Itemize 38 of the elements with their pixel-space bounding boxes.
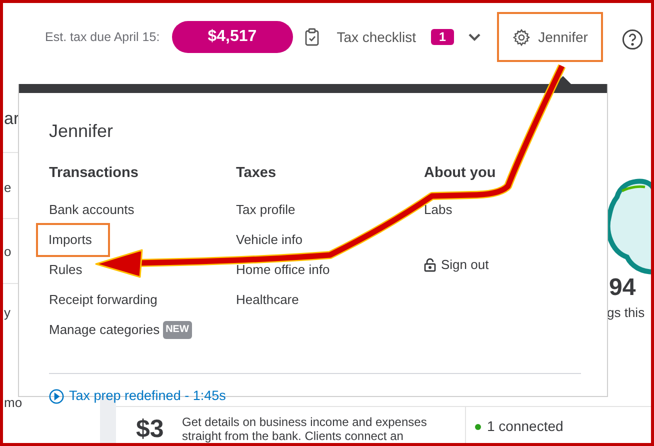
menu-link[interactable]: Bank accounts [49, 200, 134, 220]
menu-link[interactable]: Home office info [236, 260, 330, 280]
tax-due-label: Est. tax due April 15: [45, 28, 160, 46]
settings-icon [512, 28, 532, 46]
clipboard-icon[interactable] [304, 28, 319, 46]
menu-link[interactable]: Manage categories NEW [49, 320, 192, 340]
new-badge: NEW [162, 321, 192, 339]
page-text: y [4, 306, 10, 319]
menu-title: Jennifer [49, 120, 114, 143]
video-link[interactable]: Tax prep redefined - 1:45s [49, 386, 226, 406]
menu-link[interactable]: Imports [36, 223, 110, 257]
play-icon [49, 388, 64, 404]
stat-caption: gs this [607, 306, 645, 319]
help-icon[interactable] [622, 29, 643, 50]
menu-link[interactable]: Receipt forwarding [49, 290, 158, 310]
tax-checklist-link[interactable]: Tax checklist [336, 26, 416, 48]
chevron-down-icon[interactable] [468, 32, 481, 42]
sign-out-link[interactable]: Sign out [424, 255, 489, 275]
page-text: ar [4, 110, 20, 127]
menu-link[interactable]: Labs [424, 200, 452, 220]
menu-link[interactable]: Healthcare [236, 290, 299, 310]
card-amount: $3 [136, 417, 164, 442]
column-heading: Transactions [49, 164, 138, 183]
count-badge: 1 [431, 29, 454, 45]
tax-due-button[interactable]: $4,517 [172, 21, 293, 53]
card-description: Get details on business income and expenses straight from the bank. Clients connect an [182, 415, 428, 443]
column-heading: About you [424, 164, 496, 183]
menu-link[interactable]: Vehicle info [236, 230, 302, 250]
column-heading: Taxes [236, 164, 276, 183]
stat-value: 94 [609, 276, 636, 300]
menu-link[interactable]: Rules [49, 260, 82, 280]
user-menu-button[interactable]: Jennifer [497, 12, 603, 62]
connection-status: 1 connected [487, 417, 564, 436]
menu-link[interactable]: Tax profile [236, 200, 296, 220]
lock-icon [424, 258, 436, 272]
page-text: mo [4, 396, 22, 409]
page-text: o [4, 245, 12, 258]
page-text: e [4, 181, 12, 194]
